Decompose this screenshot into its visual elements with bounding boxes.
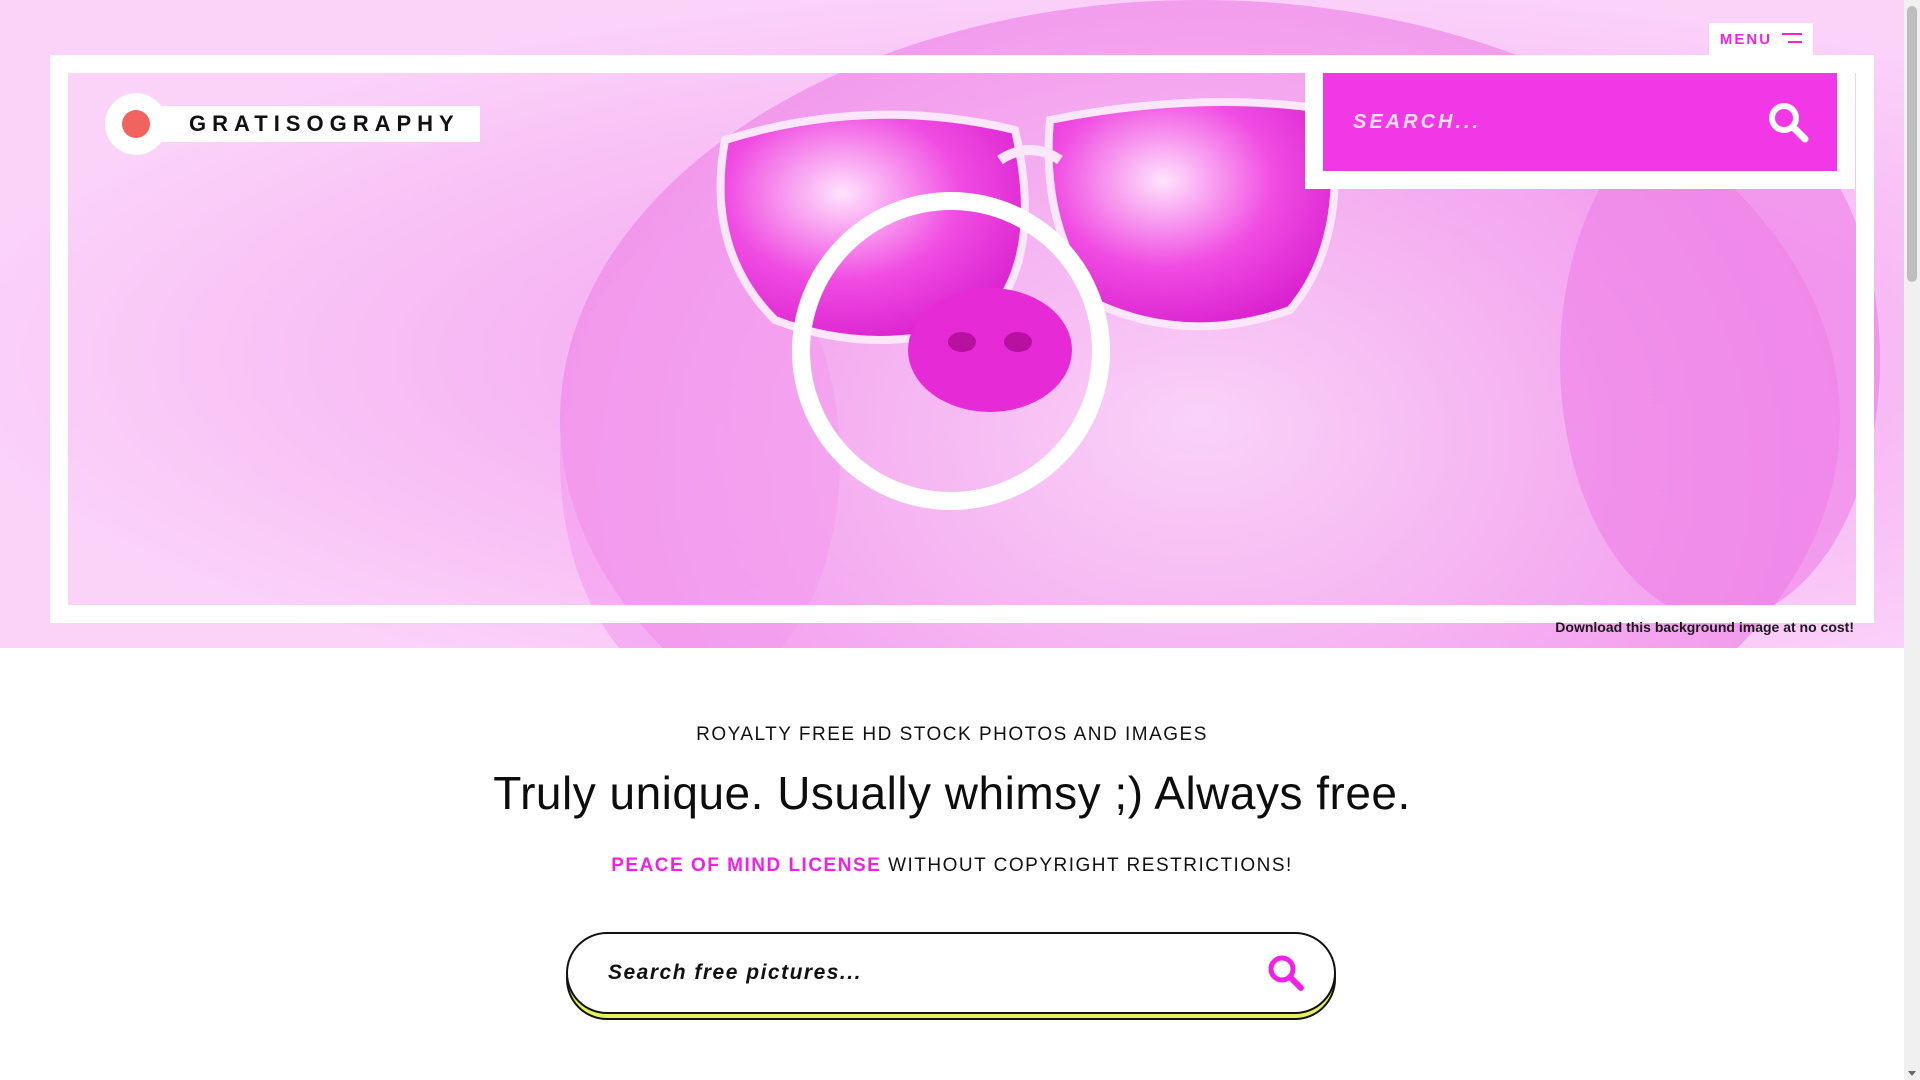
- logo-dot-icon: [122, 110, 150, 138]
- download-background-link[interactable]: Download this background image at no cos…: [1555, 619, 1854, 635]
- license-text: WITHOUT COPYRIGHT RESTRICTIONS!: [888, 855, 1293, 876]
- search-icon[interactable]: [1765, 99, 1811, 145]
- hamburger-icon: [1782, 33, 1803, 45]
- header-search-box: [1305, 55, 1855, 189]
- scrollbar-thumb[interactable]: [1907, 6, 1917, 282]
- page-scrollbar[interactable]: [1904, 0, 1920, 1080]
- license-link[interactable]: PEACE OF MIND LICENSE: [611, 855, 881, 876]
- page-headline: Truly unique. Usually whimsy ;) Always f…: [493, 767, 1411, 819]
- tagline-kicker: ROYALTY FREE HD STOCK PHOTOS AND IMAGES: [696, 724, 1208, 745]
- license-line: PEACE OF MIND LICENSE WITHOUT COPYRIGHT …: [0, 855, 1904, 877]
- main-search-bar: [566, 932, 1336, 1014]
- hero-banner: MENU GRATISOGRAPHY Download this backgro…: [0, 0, 1904, 648]
- menu-button[interactable]: MENU: [1709, 23, 1813, 55]
- header-search-input[interactable]: [1351, 109, 1765, 135]
- intro-section: ROYALTY FREE HD STOCK PHOTOS AND IMAGES …: [0, 724, 1904, 877]
- magnifier-ring: [792, 192, 1110, 510]
- search-icon[interactable]: [1266, 953, 1306, 993]
- main-search-input[interactable]: [606, 960, 1266, 986]
- main-search-wrapper: [566, 932, 1336, 1020]
- site-logo[interactable]: GRATISOGRAPHY: [105, 93, 480, 155]
- menu-label: MENU: [1719, 30, 1773, 48]
- header-search-field: [1323, 73, 1837, 171]
- logo-wordmark: GRATISOGRAPHY: [157, 106, 480, 142]
- scroll-down-arrow-icon[interactable]: [1908, 1071, 1916, 1076]
- logo-mark: [105, 93, 167, 155]
